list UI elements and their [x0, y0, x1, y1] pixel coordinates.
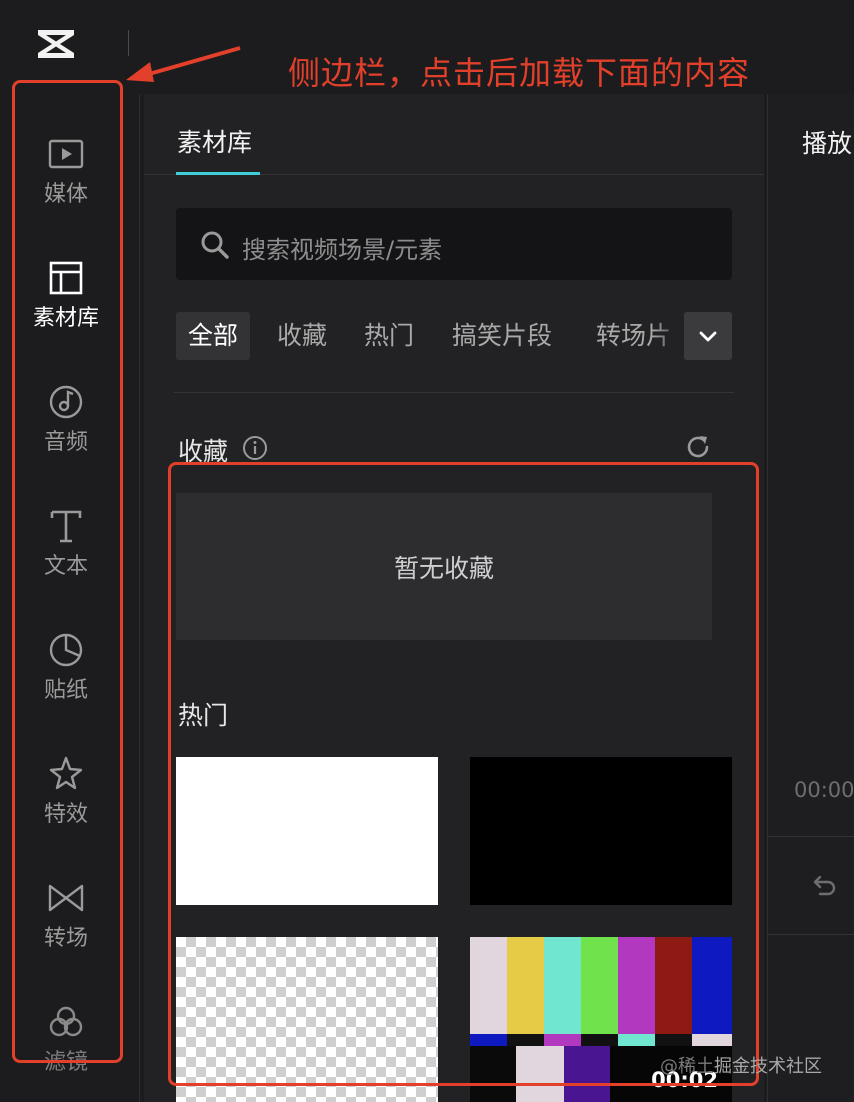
library-panel: 素材库 搜索视频场景/元素 全部 收藏 热门 搞笑片段 转场片 收藏 暂无收藏 … — [144, 94, 764, 1102]
tab-favorites[interactable]: 收藏 — [265, 312, 339, 360]
panel-header: 素材库 — [144, 94, 764, 175]
undo-icon[interactable] — [808, 870, 838, 900]
tabs-expand-button[interactable] — [684, 312, 732, 360]
player-time: 00:00 — [794, 778, 854, 802]
annotation-arrow-icon — [126, 46, 241, 82]
sidebar-item-label: 滤镜 — [43, 1050, 88, 1075]
category-tabs: 全部 收藏 热门 搞笑片段 转场片 — [176, 312, 732, 360]
sidebar-item-audio[interactable]: 音频 — [14, 382, 118, 482]
sidebar-item-label: 特效 — [43, 802, 88, 827]
player-title: 播放 — [802, 129, 853, 158]
sticker-icon — [49, 633, 83, 667]
material-thumb-transparent[interactable] — [176, 937, 438, 1102]
favorites-empty-state: 暂无收藏 — [176, 493, 712, 640]
player-panel: 播放 00:00 — [767, 94, 854, 1102]
sidebar-item-effects[interactable]: 特效 — [14, 754, 118, 854]
panel-title[interactable]: 素材库 — [177, 123, 252, 159]
sidebar-item-media[interactable]: 媒体 — [14, 134, 118, 234]
sidebar-item-filters[interactable]: 滤镜 — [14, 1002, 118, 1102]
tab-hot[interactable]: 热门 — [352, 312, 426, 360]
tab-funny-clips[interactable]: 搞笑片段 — [440, 312, 564, 360]
favorites-title: 收藏 — [178, 437, 229, 466]
tabs-fade — [652, 312, 688, 360]
music-note-icon — [49, 385, 83, 419]
sidebar-item-label: 文本 — [43, 554, 88, 579]
search-input[interactable]: 搜索视频场景/元素 — [176, 208, 732, 280]
sidebar-item-label: 转场 — [43, 926, 88, 951]
sidebar-item-library[interactable]: 素材库 — [14, 258, 118, 358]
sidebar: 媒体 素材库 音频 文本 贴纸 特效 转场 滤镜 — [0, 94, 140, 1102]
watermark: @稀土掘金技术社区 — [660, 1056, 822, 1077]
search-placeholder: 搜索视频场景/元素 — [242, 236, 443, 264]
sidebar-item-transitions[interactable]: 转场 — [14, 878, 118, 978]
info-icon[interactable] — [242, 435, 268, 461]
text-T-icon — [50, 510, 82, 543]
library-layout-icon — [49, 261, 83, 295]
material-thumb-white[interactable] — [176, 757, 438, 905]
tab-all[interactable]: 全部 — [176, 312, 251, 360]
sidebar-item-label: 贴纸 — [43, 678, 88, 703]
hot-title: 热门 — [178, 701, 229, 730]
divider — [768, 934, 854, 935]
search-icon — [201, 231, 229, 259]
chevron-down-icon — [699, 331, 717, 342]
panel-title-underline — [176, 172, 260, 175]
sidebar-item-text[interactable]: 文本 — [14, 506, 118, 606]
refresh-icon[interactable] — [684, 433, 712, 461]
sidebar-item-label: 音频 — [43, 430, 88, 455]
material-thumb-black[interactable] — [470, 757, 732, 905]
effects-star-icon — [49, 756, 83, 790]
sidebar-item-label: 素材库 — [32, 306, 99, 331]
divider — [768, 836, 854, 837]
capcut-logo-icon[interactable] — [34, 24, 78, 64]
filter-circles-icon — [49, 1006, 83, 1037]
media-play-icon — [48, 139, 84, 169]
annotation-text: 侧边栏，点击后加载下面的内容 — [288, 54, 751, 92]
sidebar-item-stickers[interactable]: 贴纸 — [14, 630, 118, 730]
transition-bowtie-icon — [48, 884, 84, 912]
sidebar-item-label: 媒体 — [43, 182, 88, 207]
divider — [174, 392, 734, 393]
empty-state-text: 暂无收藏 — [393, 554, 494, 583]
